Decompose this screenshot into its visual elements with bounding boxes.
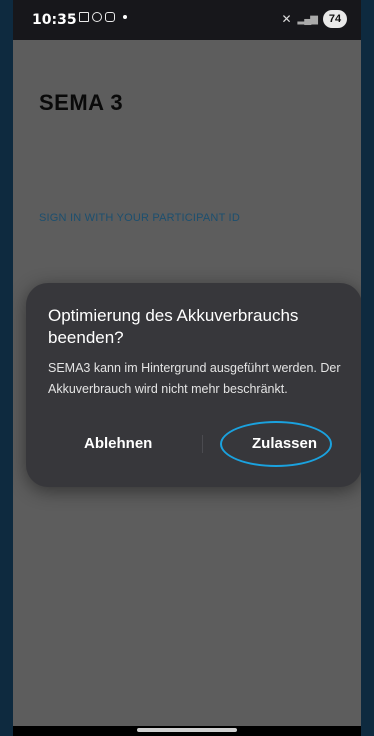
sign-in-link[interactable]: SIGN IN WITH YOUR PARTICIPANT ID [39, 212, 240, 224]
system-icons: ✕ ▂▄▆ 74 [281, 10, 347, 28]
dialog-message: SEMA3 kann im Hintergrund ausgeführt wer… [48, 361, 341, 396]
notification-icons [79, 12, 127, 22]
app-title: SEMA 3 [39, 90, 124, 115]
more-notifications-icon [123, 15, 127, 19]
status-bar: 10:35 ✕ ▂▄▆ 74 [13, 0, 361, 40]
battery-level: 74 [323, 10, 347, 28]
signal-icon: ▂▄▆ [297, 13, 318, 25]
button-divider [202, 435, 203, 453]
allow-button[interactable]: Zulassen [252, 435, 317, 452]
instagram-icon [92, 12, 102, 22]
home-handle[interactable] [137, 728, 237, 732]
battery-optimization-dialog: Optimierung des Akkuverbrauchs beenden? … [26, 283, 361, 487]
screenshot-icon [79, 12, 89, 22]
phone-screen: 10:35 ✕ ▂▄▆ 74 SEMA 3 SIGN IN WITH YOUR … [0, 0, 374, 736]
dialog-title: Optimierung des Akkuverbrauchs beenden? [48, 306, 299, 347]
mute-icon: ✕ [281, 12, 292, 26]
deny-button[interactable]: Ablehnen [84, 435, 152, 452]
message-icon [105, 12, 115, 22]
status-time: 10:35 [32, 12, 77, 28]
navigation-bar [13, 726, 361, 736]
